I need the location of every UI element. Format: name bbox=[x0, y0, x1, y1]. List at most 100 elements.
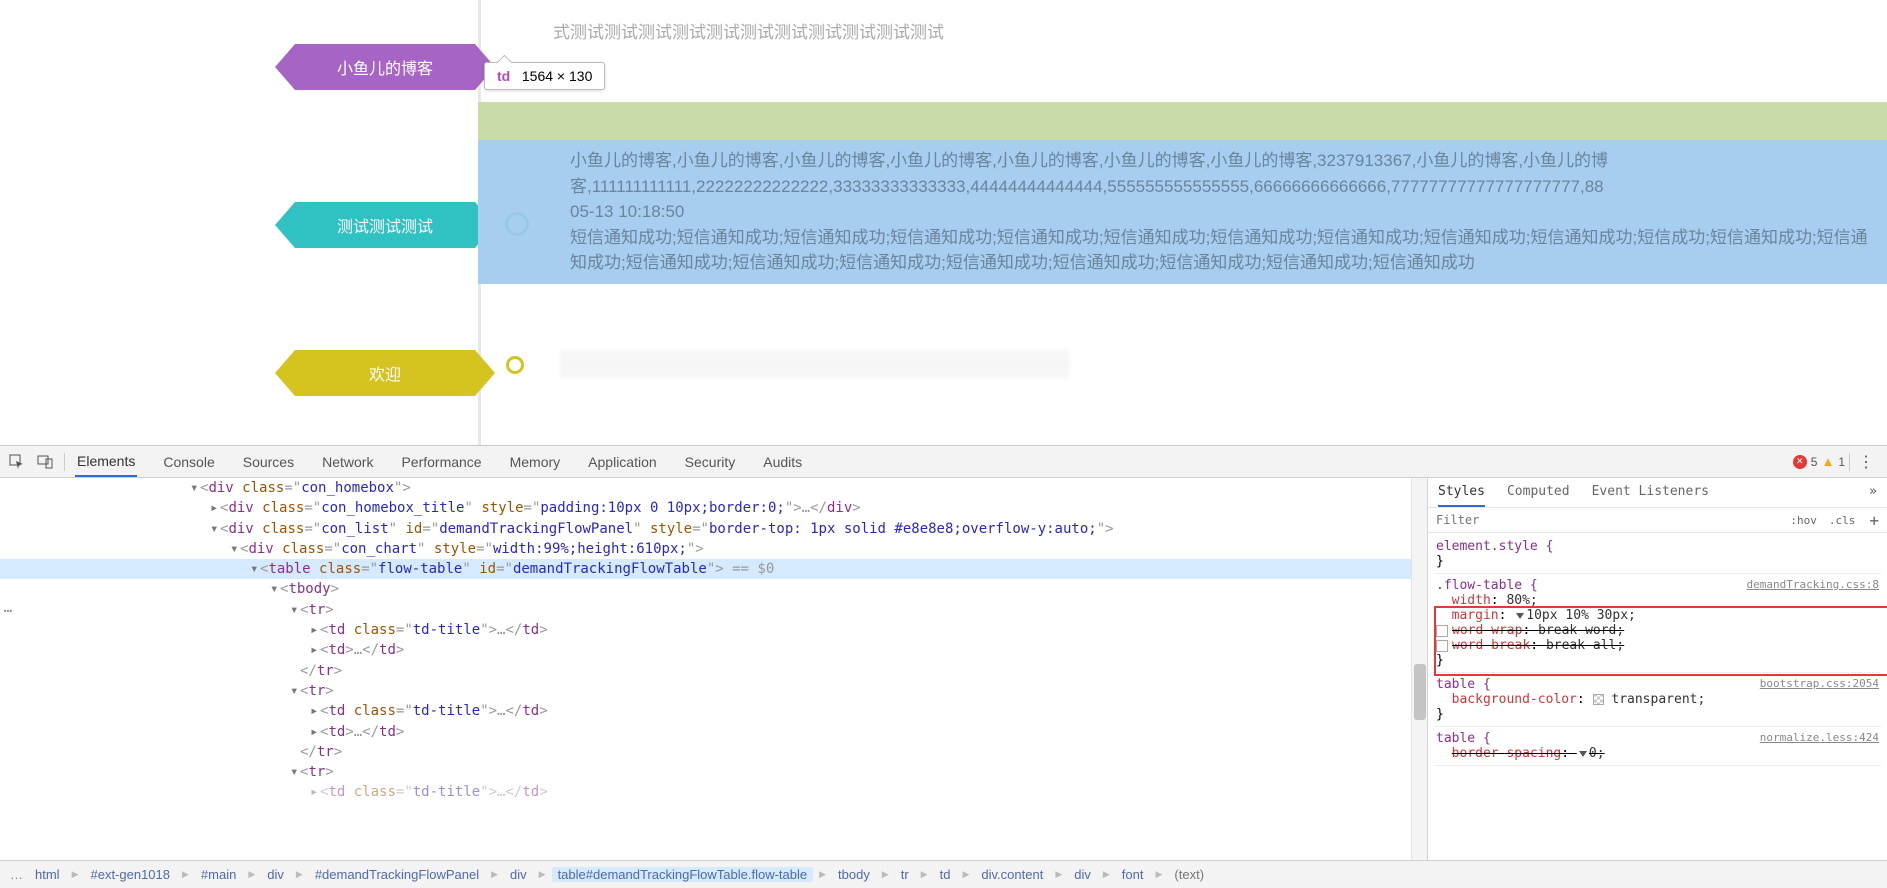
css-rule-flow-table[interactable]: demandTracking.css:8 .flow-table { width… bbox=[1434, 574, 1881, 673]
dom-node-selected[interactable]: ▾<table class="flow-table" id="demandTra… bbox=[0, 559, 1411, 579]
bc-td[interactable]: td bbox=[934, 867, 957, 882]
bc-font[interactable]: font bbox=[1116, 867, 1150, 882]
bc-text[interactable]: (text) bbox=[1168, 867, 1210, 882]
rule-source-link[interactable]: demandTracking.css:8 bbox=[1747, 578, 1879, 591]
inspect-icon[interactable] bbox=[8, 453, 26, 471]
bc-main[interactable]: #main bbox=[195, 867, 242, 882]
tab-security[interactable]: Security bbox=[683, 446, 738, 477]
bc-content[interactable]: div.content bbox=[975, 867, 1049, 882]
bc-tbody[interactable]: tbody bbox=[832, 867, 876, 882]
css-val[interactable]: 0; bbox=[1589, 746, 1605, 761]
bc-demandpanel[interactable]: #demandTrackingFlowPanel bbox=[309, 867, 485, 882]
td-text-line-2: 05-13 10:18:50 bbox=[570, 199, 1875, 225]
css-rule-table-normalize[interactable]: normalize.less:424 table { border-spacin… bbox=[1434, 727, 1881, 766]
rule-source-link[interactable]: bootstrap.css:2054 bbox=[1760, 677, 1879, 690]
dom-node[interactable]: ▾<tbody> bbox=[0, 579, 1411, 599]
stage-badge-welcome[interactable]: 欢迎 bbox=[295, 350, 475, 396]
dom-node[interactable]: ▸<td class="td-title">…</td> bbox=[0, 701, 1411, 721]
css-val[interactable]: 80%; bbox=[1506, 593, 1537, 608]
css-val[interactable]: 10px 10% 30px; bbox=[1526, 608, 1636, 623]
rule-source-link[interactable]: normalize.less:424 bbox=[1760, 731, 1879, 744]
tab-network[interactable]: Network bbox=[320, 446, 375, 477]
dom-node[interactable]: </tr> bbox=[0, 661, 1411, 681]
tab-console[interactable]: Console bbox=[161, 446, 216, 477]
tab-audits[interactable]: Audits bbox=[761, 446, 804, 477]
dom-node[interactable]: ▾<tr> bbox=[0, 762, 1411, 782]
dom-node[interactable]: ▾<tr> bbox=[0, 681, 1411, 701]
selector: .flow-table { bbox=[1436, 578, 1538, 593]
dom-node[interactable]: ▸<td class="td-title">…</td> bbox=[0, 782, 1411, 802]
devtools-tabs: Elements Console Sources Network Perform… bbox=[75, 446, 804, 477]
styles-tabs: Styles Computed Event Listeners » bbox=[1428, 478, 1887, 507]
new-style-rule-icon[interactable]: + bbox=[1861, 511, 1887, 530]
toggle-checkbox[interactable] bbox=[1436, 625, 1448, 637]
styles-tab-computed[interactable]: Computed bbox=[1507, 484, 1570, 507]
css-prop[interactable]: margin bbox=[1452, 608, 1499, 623]
dom-node[interactable]: ▸<td>…</td> bbox=[0, 722, 1411, 742]
dom-node[interactable]: ▾<div class="con_list" id="demandTrackin… bbox=[0, 519, 1411, 539]
css-prop[interactable]: word-wrap bbox=[1452, 623, 1522, 638]
tab-performance[interactable]: Performance bbox=[399, 446, 483, 477]
elements-dom-tree[interactable]: … ▾<div class="con_homebox"> ▸<div class… bbox=[0, 478, 1411, 860]
shorthand-expand-icon[interactable] bbox=[1516, 613, 1524, 619]
dom-breadcrumb[interactable]: … html▶ #ext-gen1018▶ #main▶ div▶ #deman… bbox=[0, 860, 1887, 888]
bc-html[interactable]: html bbox=[29, 867, 66, 882]
css-val[interactable]: transparent; bbox=[1611, 692, 1705, 707]
shorthand-expand-icon[interactable] bbox=[1579, 751, 1587, 757]
stage-badge-test[interactable]: 测试测试测试 bbox=[295, 202, 475, 248]
css-prop[interactable]: width bbox=[1452, 593, 1491, 608]
css-rule-element-style[interactable]: element.style { } bbox=[1434, 535, 1881, 574]
kebab-menu-icon[interactable]: ⋮ bbox=[1854, 452, 1879, 472]
dom-node[interactable]: ▸<td>…</td> bbox=[0, 640, 1411, 660]
toggle-checkbox[interactable] bbox=[1436, 640, 1448, 652]
bc-div3[interactable]: div bbox=[1068, 867, 1097, 882]
brace-close: } bbox=[1436, 707, 1444, 722]
device-toggle-icon[interactable] bbox=[36, 453, 54, 471]
bc-div1[interactable]: div bbox=[261, 867, 290, 882]
devtools: Elements Console Sources Network Perform… bbox=[0, 445, 1887, 888]
breadcrumb-overflow-icon[interactable]: … bbox=[10, 867, 23, 882]
bc-extgen[interactable]: #ext-gen1018 bbox=[84, 867, 176, 882]
styles-rules-list[interactable]: element.style { } demandTracking.css:8 .… bbox=[1428, 533, 1887, 860]
dom-node[interactable]: </tr> bbox=[0, 742, 1411, 762]
dom-node[interactable]: ▸<div class="con_homebox_title" style="p… bbox=[0, 498, 1411, 518]
dom-node[interactable]: ▾<div class="con_chart" style="width:99%… bbox=[0, 539, 1411, 559]
tab-elements[interactable]: Elements bbox=[75, 446, 137, 477]
css-prop[interactable]: border-spacing bbox=[1452, 746, 1562, 761]
dom-node[interactable]: ▾<div class="con_homebox"> bbox=[0, 478, 1411, 498]
row-1-text: 式测试测试测试测试测试测试测试测试测试测试测试 bbox=[553, 20, 1867, 46]
hov-toggle[interactable]: :hov bbox=[1784, 514, 1823, 527]
toolbar-right: ✕5 ▲1 ⋮ bbox=[1793, 452, 1879, 472]
styles-tab-eventlisteners[interactable]: Event Listeners bbox=[1592, 484, 1709, 507]
bc-flowtable[interactable]: table#demandTrackingFlowTable.flow-table bbox=[552, 867, 814, 882]
css-prop[interactable]: word-break bbox=[1452, 638, 1530, 653]
color-swatch-icon[interactable] bbox=[1593, 694, 1604, 705]
dom-node[interactable]: ▸<td class="td-title">…</td> bbox=[0, 620, 1411, 640]
devtools-main: … ▾<div class="con_homebox"> ▸<div class… bbox=[0, 478, 1887, 860]
styles-tab-more-icon[interactable]: » bbox=[1869, 484, 1877, 507]
error-badge[interactable]: ✕ bbox=[1793, 455, 1807, 469]
scrollbar-thumb[interactable] bbox=[1414, 664, 1426, 720]
elements-scrollbar[interactable] bbox=[1411, 478, 1427, 860]
brace-close: } bbox=[1436, 554, 1444, 569]
css-val[interactable]: break-all; bbox=[1546, 638, 1624, 653]
bc-div2[interactable]: div bbox=[504, 867, 533, 882]
selected-td-highlight: 小鱼儿的博客,小鱼儿的博客,小鱼儿的博客,小鱼儿的博客,小鱼儿的博客,小鱼儿的博… bbox=[478, 140, 1887, 284]
tab-application[interactable]: Application bbox=[586, 446, 659, 477]
styles-filter-bar: :hov .cls + bbox=[1428, 507, 1887, 533]
css-val[interactable]: break-word; bbox=[1538, 623, 1624, 638]
styles-filter-input[interactable] bbox=[1428, 508, 1784, 532]
tab-memory[interactable]: Memory bbox=[508, 446, 563, 477]
tab-sources[interactable]: Sources bbox=[241, 446, 296, 477]
css-prop[interactable]: background-color bbox=[1452, 692, 1577, 707]
bc-tr[interactable]: tr bbox=[895, 867, 915, 882]
gutter-ellipsis: … bbox=[0, 598, 16, 618]
dom-node[interactable]: ▾<tr> bbox=[0, 600, 1411, 620]
magnify-marker-teal bbox=[505, 212, 529, 236]
warning-icon[interactable]: ▲ bbox=[1821, 454, 1834, 469]
css-rule-table-bootstrap[interactable]: bootstrap.css:2054 table { background-co… bbox=[1434, 673, 1881, 727]
devtools-toolbar: Elements Console Sources Network Perform… bbox=[0, 446, 1887, 478]
styles-tab-styles[interactable]: Styles bbox=[1438, 484, 1485, 507]
cls-toggle[interactable]: .cls bbox=[1823, 514, 1862, 527]
stage-badge-blog[interactable]: 小鱼儿的博客 bbox=[295, 44, 475, 90]
